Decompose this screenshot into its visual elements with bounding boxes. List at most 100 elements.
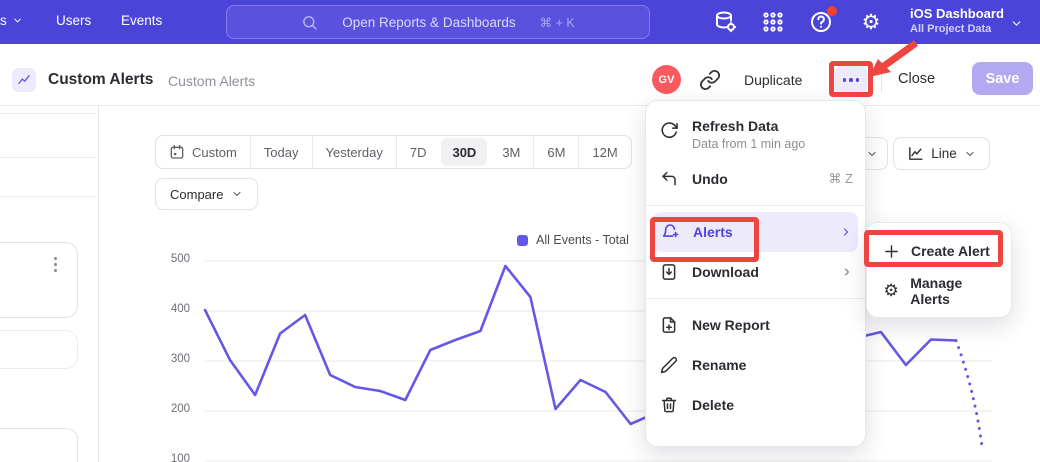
menu-item-new-report[interactable]: New Report (646, 305, 865, 345)
range-6m[interactable]: 6M (533, 136, 578, 168)
range-label: 7D (410, 145, 427, 160)
range-custom[interactable]: Custom (156, 136, 250, 168)
report-header: Custom Alerts Custom Alerts GV Duplicate… (0, 44, 1040, 106)
sidebar-divider (0, 157, 97, 158)
y-tick: 400 (158, 303, 190, 315)
range-label: Yesterday (326, 145, 383, 160)
date-range-control: Custom Today Yesterday 7D 30D 3M 6M 12M (155, 135, 632, 169)
search-shortcut: ⌘ + K (540, 15, 575, 30)
menu-item-rename[interactable]: Rename (646, 345, 865, 385)
kebab-menu-icon[interactable] (54, 257, 57, 272)
nav-item-truncated[interactable]: s (0, 13, 23, 28)
y-tick: 200 (158, 403, 190, 415)
menu-divider (646, 298, 865, 299)
more-options-menu: Refresh Data Data from 1 min ago Undo ⌘ … (645, 100, 866, 447)
chevron-down-icon (866, 148, 878, 160)
range-yesterday[interactable]: Yesterday (312, 136, 396, 168)
apps-grid-icon[interactable] (760, 9, 786, 35)
notification-badge (827, 6, 837, 16)
nav-item-label: s (0, 13, 7, 28)
menu-item-label: Download (692, 264, 828, 280)
close-button[interactable]: Close (898, 71, 935, 87)
settings-gear-icon[interactable]: ⚙ (858, 9, 884, 35)
save-button[interactable]: Save (972, 62, 1033, 95)
search-placeholder: Open Reports & Dashboards (342, 15, 515, 30)
submenu-item-create-alert[interactable]: Create Alert (867, 231, 1011, 271)
submenu-item-manage-alerts[interactable]: ⚙ Manage Alerts (867, 271, 1011, 311)
menu-item-label: Delete (692, 397, 853, 413)
download-icon (659, 262, 679, 282)
submenu-item-label: Manage Alerts (910, 275, 1001, 307)
pencil-icon (659, 355, 679, 375)
data-management-icon[interactable] (713, 9, 739, 35)
global-search[interactable]: Open Reports & Dashboards ⌘ + K (226, 5, 650, 39)
y-tick: 300 (158, 353, 190, 365)
submenu-item-label: Create Alert (911, 243, 990, 259)
menu-item-label: Refresh Data (692, 118, 805, 134)
chevron-down-icon (1010, 17, 1023, 30)
copy-link-icon[interactable] (699, 69, 721, 91)
legend-swatch (517, 235, 528, 246)
left-sidebar (0, 106, 99, 462)
line-chart-icon (907, 145, 924, 162)
compare-button[interactable]: Compare (155, 178, 258, 210)
range-today[interactable]: Today (250, 136, 312, 168)
menu-item-label: New Report (692, 317, 853, 333)
menu-item-label: Undo (692, 171, 815, 187)
menu-item-label: Rename (692, 357, 853, 373)
gear-icon: ⚙ (883, 283, 899, 300)
project-name: iOS Dashboard (910, 5, 1004, 22)
duplicate-button[interactable]: Duplicate (744, 72, 802, 88)
help-icon[interactable] (808, 9, 834, 35)
menu-item-alerts[interactable]: Alerts (653, 212, 858, 252)
range-7d[interactable]: 7D (396, 136, 440, 168)
menu-item-sublabel: Data from 1 min ago (692, 137, 805, 151)
divider (881, 68, 882, 92)
refresh-icon (659, 120, 679, 140)
menu-divider (646, 205, 865, 206)
legend-item[interactable]: All Events - Total (517, 233, 629, 247)
chevron-down-icon (231, 188, 243, 200)
nav-item-label: Events (121, 13, 162, 28)
chevron-right-icon (841, 266, 853, 278)
menu-item-download[interactable]: Download (646, 252, 865, 292)
range-label: 30D (452, 145, 476, 160)
trash-icon (659, 395, 679, 415)
range-label: Custom (192, 145, 237, 160)
sidebar-divider (0, 113, 97, 114)
y-tick: 100 (158, 453, 190, 462)
top-navbar: s Users Events Open Reports & Dashboards… (0, 0, 1040, 44)
chart-type-button[interactable]: Line (893, 137, 990, 170)
nav-item-users[interactable]: Users (56, 13, 91, 28)
menu-item-label: Alerts (693, 224, 827, 240)
range-label: 12M (592, 145, 617, 160)
sidebar-card[interactable] (0, 242, 78, 318)
menu-item-refresh-data[interactable]: Refresh Data Data from 1 min ago (646, 111, 865, 159)
compare-label: Compare (170, 187, 223, 202)
chevron-down-icon (12, 15, 23, 26)
legend-label: All Events - Total (536, 233, 629, 247)
y-tick: 500 (158, 253, 190, 265)
range-label: Today (264, 145, 299, 160)
plus-icon (883, 243, 900, 260)
bell-plus-icon (660, 222, 680, 242)
range-12m[interactable]: 12M (578, 136, 630, 168)
nav-item-label: Users (56, 13, 91, 28)
menu-item-undo[interactable]: Undo ⌘ Z (646, 159, 865, 199)
nav-item-events[interactable]: Events (121, 13, 162, 28)
undo-icon (659, 169, 679, 189)
page-title: Custom Alerts (48, 71, 153, 89)
project-switcher[interactable]: iOS Dashboard All Project Data (910, 5, 1004, 36)
sidebar-card[interactable] (0, 428, 78, 462)
menu-item-delete[interactable]: Delete (646, 385, 865, 425)
more-options-button[interactable] (835, 66, 867, 94)
range-3m[interactable]: 3M (489, 136, 533, 168)
calendar-icon (169, 144, 185, 160)
avatar[interactable]: GV (652, 65, 681, 94)
breadcrumb: Custom Alerts (168, 73, 255, 89)
sidebar-card[interactable] (0, 330, 78, 369)
project-scope: All Project Data (910, 22, 1004, 36)
range-30d-selected[interactable]: 30D (441, 138, 487, 166)
chevron-down-icon (964, 148, 976, 160)
file-plus-icon (659, 315, 679, 335)
